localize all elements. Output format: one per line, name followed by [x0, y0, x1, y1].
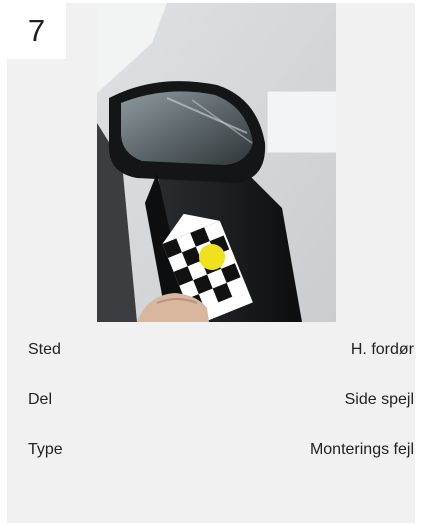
- damage-card[interactable]: 7 Sted H. fordør Del Side spejl Type Mon…: [7, 3, 415, 523]
- detail-label: Sted: [28, 341, 61, 358]
- detail-value: Side spejl: [344, 391, 414, 408]
- detail-row-location: Sted H. fordør: [7, 325, 415, 375]
- details-list: Sted H. fordør Del Side spejl Type Monte…: [7, 322, 415, 475]
- detail-row-type: Type Monterings fejl: [7, 425, 415, 475]
- detail-value: Monterings fejl: [309, 441, 414, 458]
- detail-row-part: Del Side spejl: [7, 375, 415, 425]
- damage-photo[interactable]: [97, 3, 336, 322]
- card-number-badge: 7: [7, 3, 66, 59]
- detail-value: H. fordør: [350, 341, 414, 358]
- detail-label: Del: [28, 391, 53, 408]
- car-mirror-photo-icon: [97, 3, 336, 322]
- detail-label: Type: [28, 441, 63, 458]
